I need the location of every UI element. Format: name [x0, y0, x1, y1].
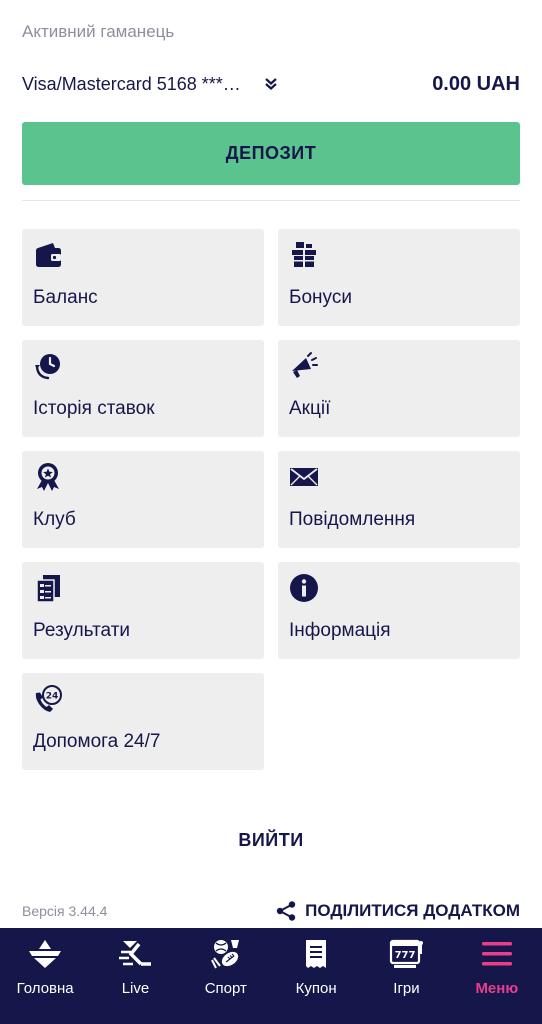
- envelope-icon: [290, 468, 318, 486]
- slot-machine-icon: 777: [390, 939, 424, 968]
- wallet-icon: [36, 243, 61, 267]
- share-app-label: ПОДІЛИТИСЯ ДОДАТКОМ: [305, 901, 520, 920]
- menu-tile-label: Допомога 24/7: [33, 731, 161, 752]
- share-app-button[interactable]: ПОДІЛИТИСЯ ДОДАТКОМ: [275, 900, 520, 922]
- nav-item-games[interactable]: 777 Ігри: [361, 928, 451, 1024]
- gift-icon: [292, 242, 316, 267]
- menu-tile-bonuses[interactable]: Бонуси: [278, 229, 520, 326]
- menu-tile-bet-history[interactable]: Історія ставок: [22, 340, 264, 437]
- wallet-row: Visa/Mastercard 5168 ****... 0.00 UAH: [22, 70, 520, 98]
- info-icon: [290, 574, 318, 602]
- svg-text:24: 24: [46, 692, 59, 702]
- divider: [22, 200, 520, 201]
- menu-tile-label: Клуб: [33, 509, 76, 530]
- menu-tile-results[interactable]: Результати: [22, 562, 264, 659]
- nav-label: Купон: [295, 980, 337, 997]
- menu-tile-label: Історія ставок: [33, 398, 155, 419]
- award-badge-icon: [37, 463, 59, 491]
- nav-item-menu[interactable]: Меню: [452, 928, 542, 1024]
- receipt-icon: [306, 940, 327, 968]
- menu-tile-label: Результати: [33, 620, 131, 641]
- hamburger-menu-icon: [481, 942, 512, 966]
- svg-text:777: 777: [395, 950, 416, 961]
- sports-balls-icon: [210, 940, 239, 969]
- menu-tile-information[interactable]: Інформація: [278, 562, 520, 659]
- menu-tile-messages[interactable]: Повідомлення: [278, 451, 520, 548]
- menu-tile-label: Баланс: [33, 287, 98, 308]
- bottom-nav: Головна Live Спорт Купон 777 Ігри Меню: [0, 928, 542, 1024]
- logout-row: ВИЙТИ: [0, 830, 542, 851]
- deposit-button[interactable]: ДЕПОЗИТ: [22, 122, 520, 185]
- wallet-balance: 0.00 UAH: [432, 72, 520, 95]
- nav-label: Меню: [475, 980, 519, 997]
- menu-tile-label: Бонуси: [289, 287, 352, 308]
- nav-label: Головна: [16, 980, 74, 997]
- menu-tile-support[interactable]: 24 Допомога 24/7: [22, 673, 264, 770]
- nav-label: Ігри: [393, 980, 420, 997]
- nav-item-sport[interactable]: Спорт: [181, 928, 271, 1024]
- wallet-selector[interactable]: Visa/Mastercard 5168 ****...: [22, 74, 278, 95]
- home-logo-icon: [29, 940, 62, 968]
- phone-24-icon: 24: [35, 685, 62, 712]
- nav-label: Live: [121, 980, 150, 997]
- share-icon: [276, 901, 296, 921]
- menu-tile-label: Інформація: [289, 620, 391, 641]
- menu-tile-label: Акції: [289, 398, 331, 419]
- nav-item-home[interactable]: Головна: [0, 928, 90, 1024]
- app-version: Версія 3.44.4: [22, 903, 108, 919]
- live-runner-icon: [119, 941, 152, 966]
- history-icon: [35, 354, 60, 380]
- nav-label: Спорт: [204, 980, 247, 997]
- megaphone-icon: [292, 352, 318, 378]
- logout-button[interactable]: ВИЙТИ: [238, 830, 303, 850]
- menu-tile-club[interactable]: Клуб: [22, 451, 264, 548]
- menu-tile-label: Повідомлення: [289, 509, 416, 530]
- nav-item-coupon[interactable]: Купон: [271, 928, 361, 1024]
- chevron-down-icon: [265, 78, 277, 90]
- wallet-name: Visa/Mastercard 5168 ****...: [22, 73, 244, 94]
- wallet-label: Активний гаманець: [22, 22, 175, 41]
- menu-tile-promotions[interactable]: Акції: [278, 340, 520, 437]
- nav-item-live[interactable]: Live: [90, 928, 180, 1024]
- menu-tile-balance[interactable]: Баланс: [22, 229, 264, 326]
- documents-icon: [36, 575, 60, 603]
